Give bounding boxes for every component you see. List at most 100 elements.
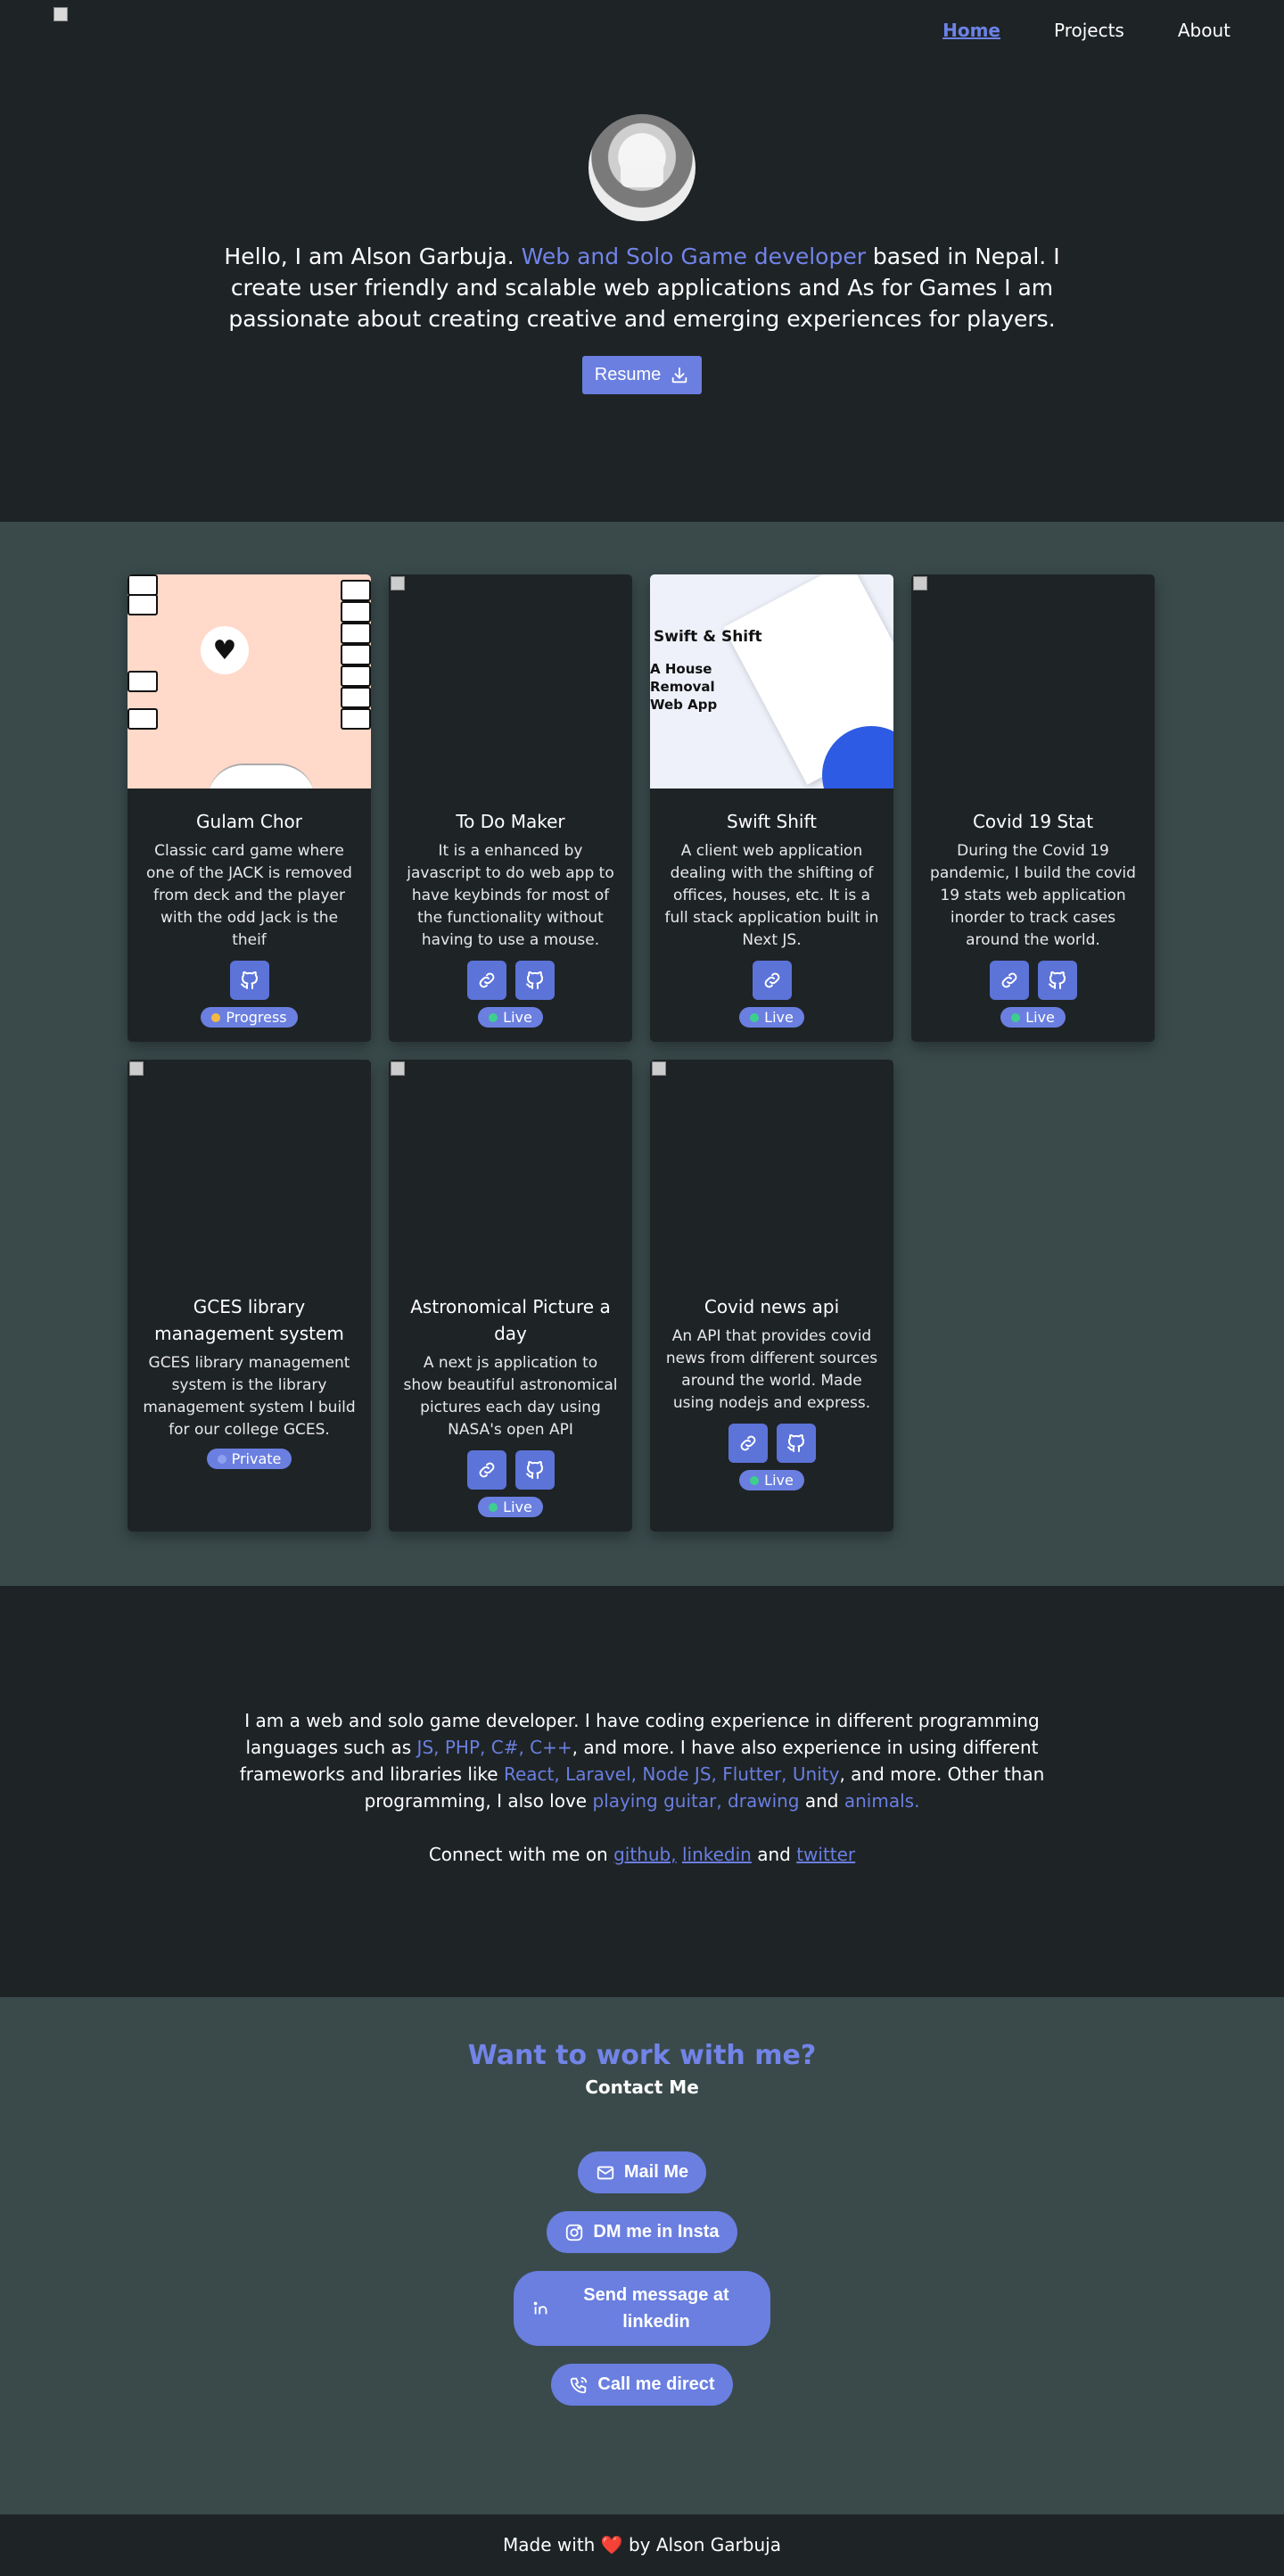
contact-subheading: Contact Me [585, 2076, 699, 2098]
status-dot [750, 1012, 760, 1022]
github-button[interactable] [776, 1424, 816, 1463]
live-link-button[interactable] [466, 961, 506, 1000]
hobbies-highlight: playing guitar, drawing [592, 1790, 800, 1812]
github-icon [786, 1432, 807, 1454]
playing-card [341, 687, 371, 708]
resume-label: Resume [594, 365, 662, 384]
top-nav: Home Projects About [0, 0, 1284, 64]
playing-card [341, 623, 371, 644]
project-thumbnail [389, 574, 632, 788]
status-dot [1011, 1012, 1021, 1022]
about-section: I am a web and solo game developer. I ha… [0, 1586, 1284, 1997]
status-label: Live [1025, 1009, 1055, 1026]
nav-item-projects[interactable]: Projects [1054, 20, 1124, 41]
github-icon [524, 970, 546, 991]
projects-grid: ♥ Gulam Chor Classic card game where one o… [128, 574, 1156, 1532]
linkedin-label: Send message at linkedin [583, 2285, 729, 2332]
heart-icon: ❤️ [600, 2534, 623, 2555]
intro-accent: Web and Solo Game developer [521, 244, 866, 269]
connect-text: Connect with me on github, linkedin and … [214, 1841, 1070, 1868]
status-badge: Live [1000, 1007, 1066, 1028]
nav-menu: Home Projects About [942, 20, 1230, 41]
about-text-part: and [799, 1790, 844, 1812]
project-title: Covid news api [704, 1296, 840, 1317]
project-title: Gulam Chor [196, 811, 302, 832]
playing-card [341, 644, 371, 665]
footer: Made with ❤️ by Alson Garbuja [0, 2514, 1284, 2576]
intro-text: Hello, I am Alson Garbuja. [224, 244, 522, 269]
profile-avatar [588, 114, 696, 221]
connect-and: and [751, 1844, 797, 1865]
github-icon [524, 1459, 546, 1481]
status-badge: Live [739, 1007, 804, 1028]
project-links [128, 961, 371, 1000]
project-thumbnail [128, 1060, 371, 1274]
mail-button[interactable]: Mail Me [577, 2151, 707, 2193]
status-dot [489, 1012, 498, 1022]
mail-icon [597, 2166, 614, 2179]
linkedin-button[interactable]: Send message at linkedin [514, 2271, 770, 2346]
heart-suit-icon: ♥ [201, 626, 249, 674]
github-button[interactable] [229, 961, 269, 1000]
twitter-link[interactable]: twitter [796, 1844, 855, 1865]
github-link[interactable]: github, [613, 1844, 677, 1865]
status-badge: Private [206, 1449, 292, 1469]
project-links [650, 1424, 893, 1463]
project-card: Covid 19 Stat During the Covid 19 pandemi… [911, 574, 1155, 1042]
live-link-button[interactable] [752, 961, 792, 1000]
footer-author: by Alson Garbuja [622, 2534, 781, 2555]
project-title: Covid 19 Stat [972, 811, 1094, 832]
linkedin-link[interactable]: linkedin [682, 1844, 752, 1865]
project-title: To Do Maker [456, 811, 565, 832]
instagram-icon [566, 2224, 583, 2241]
call-button[interactable]: Call me direct [551, 2364, 733, 2406]
project-description: A client web application dealing with th… [664, 842, 879, 949]
github-button[interactable] [514, 961, 555, 1000]
link-icon [737, 1432, 759, 1454]
status-label: Private [231, 1450, 282, 1467]
playing-card [341, 708, 371, 730]
project-description: Classic card game where one of the JACK … [146, 842, 352, 949]
project-title: Swift Shift [727, 811, 817, 832]
card-fan [208, 764, 315, 788]
nav-item-home[interactable]: Home [942, 20, 1000, 41]
live-link-button[interactable] [466, 1450, 506, 1490]
thumb-brand: Swift & Shift [654, 628, 762, 646]
footer-text: Made with [503, 2534, 601, 2555]
animals-highlight: animals. [844, 1790, 920, 1812]
project-thumbnail: ♥ [128, 574, 371, 788]
project-title: GCES library management system [154, 1296, 344, 1344]
phone-icon [571, 2376, 588, 2393]
contact-buttons: Mail Me DM me in Insta Send message at l… [0, 2151, 1284, 2406]
project-card: Swift & Shift A House Removal Web App Swif… [650, 574, 893, 1042]
project-thumbnail [650, 1060, 893, 1274]
project-thumbnail: Swift & Shift A House Removal Web App [650, 574, 893, 788]
status-label: Live [764, 1472, 794, 1489]
project-thumbnail [911, 574, 1155, 788]
status-badge: Live [478, 1007, 543, 1028]
project-description: A next js application to show beautiful … [403, 1354, 618, 1439]
link-icon [476, 1459, 498, 1481]
nav-item-about[interactable]: About [1178, 20, 1230, 41]
live-link-button[interactable] [728, 1424, 768, 1463]
frameworks-highlight: React, Laravel, Node JS, Flutter, Unity [503, 1763, 840, 1785]
playing-card [341, 580, 371, 601]
github-button[interactable] [514, 1450, 555, 1490]
logo-image[interactable] [54, 7, 68, 21]
insta-button[interactable]: DM me in Insta [547, 2211, 737, 2253]
status-label: Live [764, 1009, 794, 1026]
live-link-button[interactable] [989, 961, 1029, 1000]
github-button[interactable] [1037, 961, 1077, 1000]
link-icon [999, 970, 1020, 991]
project-card: ♥ Gulam Chor Classic card game where one o… [128, 574, 371, 1042]
playing-card [341, 665, 371, 687]
project-thumbnail [389, 1060, 632, 1274]
resume-button[interactable]: Resume [581, 356, 703, 394]
project-links [389, 961, 632, 1000]
project-description: During the Covid 19 pandemic, I build th… [930, 842, 1136, 949]
project-links [650, 961, 893, 1000]
playing-card [128, 708, 158, 730]
mail-label: Mail Me [623, 2162, 689, 2182]
project-links [389, 1450, 632, 1490]
github-icon [239, 970, 260, 991]
